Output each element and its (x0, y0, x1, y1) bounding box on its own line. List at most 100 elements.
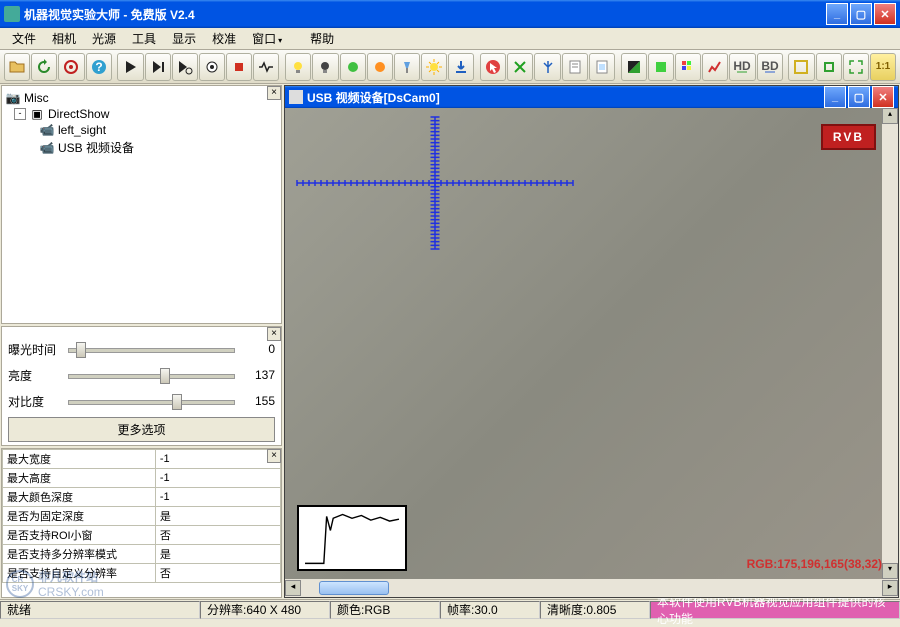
scroll-right-arrow-icon[interactable]: ▸ (882, 580, 898, 596)
contrast-slider-row: 对比度 155 (8, 391, 275, 411)
scroll-up-arrow-icon[interactable]: ▴ (882, 108, 898, 124)
menu-help[interactable]: 帮助 (302, 28, 342, 49)
light-orange-icon[interactable] (367, 53, 393, 81)
scroll-thumb[interactable] (319, 581, 389, 595)
table-row[interactable]: 最大高度-1 (3, 469, 281, 488)
device-tree-panel: × 📷 Misc - ▣ DirectShow 📹 left_sight 📹 U… (1, 85, 282, 324)
status-clarity: 清晰度:0.805 (540, 601, 650, 619)
video-horizontal-scrollbar[interactable]: ◂ ▸ (285, 579, 898, 597)
open-folder-icon[interactable] (4, 53, 30, 81)
menu-camera[interactable]: 相机 (44, 28, 84, 49)
camera-small-icon: 📹 (40, 123, 54, 137)
video-vertical-scrollbar[interactable]: ▴ ▾ (882, 108, 898, 579)
scroll-left-arrow-icon[interactable]: ◂ (285, 580, 301, 596)
menubar: 文件 相机 光源 工具 显示 校准 窗口▾ 帮助 (0, 28, 900, 50)
main-titlebar: 机器视觉实验大师 - 免费版 V2.4 _ ▢ ✕ (0, 0, 900, 28)
app-icon (4, 6, 20, 22)
svg-text:BD: BD (761, 59, 779, 73)
menu-display[interactable]: 显示 (164, 28, 204, 49)
more-options-button[interactable]: 更多选项 (8, 417, 275, 442)
svg-text:HD: HD (734, 59, 752, 73)
crop-yellow-icon[interactable] (788, 53, 814, 81)
close-button[interactable]: ✕ (874, 3, 896, 25)
contrast-icon[interactable] (621, 53, 647, 81)
heartbeat-icon[interactable] (253, 53, 279, 81)
video-close-button[interactable]: ✕ (872, 86, 894, 108)
tree-expander-icon[interactable]: - (14, 108, 26, 120)
panel-close-button[interactable]: × (267, 86, 281, 100)
slider-value: 137 (235, 368, 275, 382)
doc-icon[interactable] (562, 53, 588, 81)
menu-file[interactable]: 文件 (4, 28, 44, 49)
toolbar: ? HD BD 1:1 (0, 50, 900, 84)
panel-close-button[interactable]: × (267, 327, 281, 341)
exposure-slider-row: 曝光时间 0 (8, 339, 275, 359)
menu-light[interactable]: 光源 (84, 28, 124, 49)
bulb-dark-icon[interactable] (312, 53, 338, 81)
status-color: 颜色:RGB (330, 601, 440, 619)
status-footer-note: 本软件使用RVB机器视觉应用组件提供的核心功能 (650, 601, 900, 619)
chart-icon[interactable] (702, 53, 728, 81)
maximize-button[interactable]: ▢ (850, 3, 872, 25)
record-icon[interactable] (199, 53, 225, 81)
prop-value: 否 (155, 564, 280, 583)
table-row[interactable]: 最大宽度-1 (3, 450, 281, 469)
palette-icon[interactable] (675, 53, 701, 81)
play-step-icon[interactable] (145, 53, 171, 81)
bd-icon[interactable]: BD (757, 53, 783, 81)
video-maximize-button[interactable]: ▢ (848, 86, 870, 108)
prop-key: 最大颜色深度 (3, 488, 156, 507)
fullscreen-icon[interactable] (843, 53, 869, 81)
tree-root[interactable]: 📷 Misc (6, 90, 277, 106)
stop-icon[interactable] (226, 53, 252, 81)
download-icon[interactable] (448, 53, 474, 81)
prop-key: 是否支持多分辨率模式 (3, 545, 156, 564)
video-viewport[interactable]: RVB RGB:175,196,165(38,32) (285, 108, 898, 579)
doc2-icon[interactable] (589, 53, 615, 81)
table-row[interactable]: 是否为固定深度是 (3, 507, 281, 526)
scroll-down-arrow-icon[interactable]: ▾ (882, 563, 898, 579)
help-icon[interactable]: ? (86, 53, 112, 81)
refresh-icon[interactable] (31, 53, 57, 81)
table-row[interactable]: 是否支持自定义分辨率否 (3, 564, 281, 583)
light-green-icon[interactable] (340, 53, 366, 81)
hd-icon[interactable]: HD (729, 53, 755, 81)
minimize-button[interactable]: _ (826, 3, 848, 25)
slider-label: 亮度 (8, 367, 68, 384)
menu-calibrate[interactable]: 校准 (204, 28, 244, 49)
menu-window[interactable]: 窗口▾ (244, 28, 290, 49)
target-icon[interactable] (58, 53, 84, 81)
table-row[interactable]: 是否支持ROI小窗否 (3, 526, 281, 545)
tree-group[interactable]: - ▣ DirectShow (6, 106, 277, 122)
tree-item[interactable]: 📹 left_sight (6, 122, 277, 138)
video-minimize-button[interactable]: _ (824, 86, 846, 108)
measure-x-icon[interactable] (507, 53, 533, 81)
brightness-slider[interactable] (68, 365, 235, 385)
play-config-icon[interactable] (172, 53, 198, 81)
ratio-icon[interactable]: 1:1 (870, 53, 896, 81)
green-square-icon[interactable] (648, 53, 674, 81)
lamp-icon[interactable] (394, 53, 420, 81)
menu-tools[interactable]: 工具 (124, 28, 164, 49)
video-window-title: USB 视频设备[DsCam0] (307, 89, 824, 106)
play-icon[interactable] (117, 53, 143, 81)
tree-item-label: USB 视频设备 (58, 139, 134, 156)
contrast-slider[interactable] (68, 391, 235, 411)
left-panel: × 📷 Misc - ▣ DirectShow 📹 left_sight 📹 U… (0, 84, 283, 599)
panel-close-button[interactable]: × (267, 449, 281, 463)
brightness-slider-row: 亮度 137 (8, 365, 275, 385)
flash-icon[interactable] (421, 53, 447, 81)
prop-value: -1 (155, 450, 280, 469)
table-row[interactable]: 是否支持多分辨率模式是 (3, 545, 281, 564)
video-window: USB 视频设备[DsCam0] _ ▢ ✕ RVB RGB:175,196,1… (284, 85, 899, 598)
table-row[interactable]: 最大颜色深度-1 (3, 488, 281, 507)
tree-item[interactable]: 📹 USB 视频设备 (6, 138, 277, 157)
measure-y-icon[interactable] (534, 53, 560, 81)
exposure-slider[interactable] (68, 339, 235, 359)
crop-green-icon[interactable] (816, 53, 842, 81)
bulb-yellow-icon[interactable] (285, 53, 311, 81)
crosshair-overlay (285, 108, 585, 258)
device-icon: ▣ (30, 107, 44, 121)
prop-value: -1 (155, 469, 280, 488)
cursor-red-icon[interactable] (480, 53, 506, 81)
